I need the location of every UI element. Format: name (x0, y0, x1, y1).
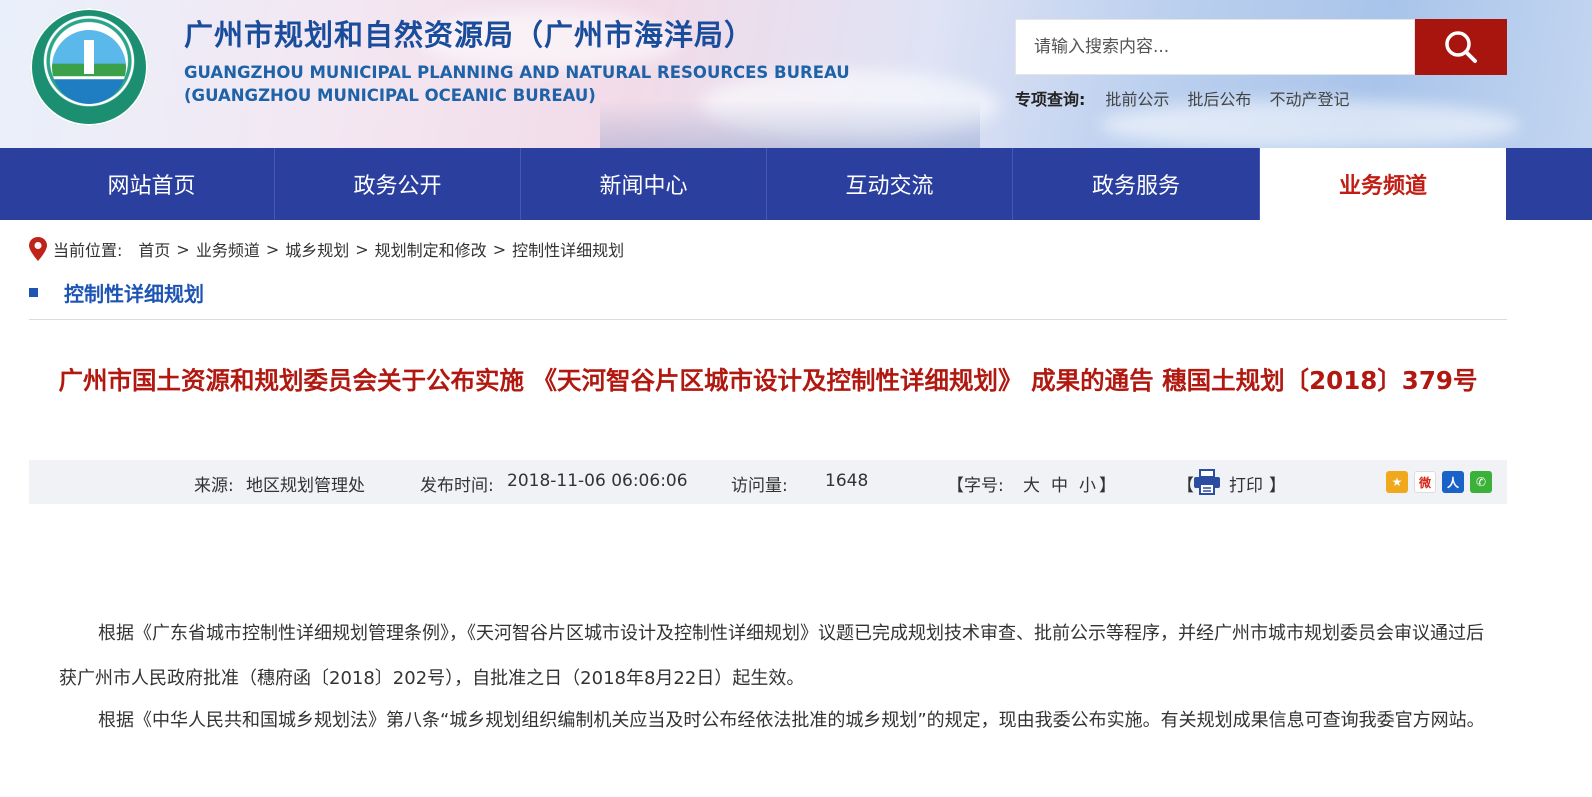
site-header: 广州市规划和自然资源局（广州市海洋局） GUANGZHOU MUNICIPAL … (0, 0, 1592, 148)
link-real-estate[interactable]: 不动产登记 (1269, 86, 1349, 110)
site-title-cn: 广州市规划和自然资源局（广州市海洋局） (184, 18, 755, 52)
font-size-medium[interactable]: 中 (1051, 471, 1068, 496)
skyline-decoration (600, 100, 980, 148)
special-query-label: 专项查询: (1015, 90, 1086, 109)
renren-share-icon[interactable]: 人 (1442, 471, 1464, 493)
logo-emblem (52, 30, 126, 104)
font-size-large[interactable]: 大 (1023, 471, 1040, 496)
search-icon (1445, 31, 1477, 63)
qzone-share-icon[interactable]: ★ (1386, 471, 1408, 493)
breadcrumb-regulatory-plan[interactable]: 控制性详细规划 (512, 237, 624, 261)
publish-time-label: 发布时间: (420, 476, 494, 496)
breadcrumb: 当前位置: 首页 > 业务频道 > 城乡规划 > 规划制定和修改 > 控制性详细… (29, 236, 624, 262)
section-heading: 控制性详细规划 (29, 278, 204, 307)
breadcrumb-separator: > (265, 239, 280, 259)
nav-item-services[interactable]: 政务服务 (1013, 148, 1260, 220)
breadcrumb-business[interactable]: 业务频道 (196, 237, 260, 261)
breadcrumb-separator: > (176, 239, 190, 259)
print-icon[interactable] (1193, 469, 1221, 500)
print-open: 【 (1177, 476, 1194, 496)
article-meta-bar: 来源: 地区规划管理处 发布时间: 2018-11-06 06:06:06 访问… (29, 460, 1507, 504)
nav-item-news[interactable]: 新闻中心 (521, 148, 767, 220)
site-subtitle-en: (GUANGZHOU MUNICIPAL OCEANIC BUREAU) (184, 86, 596, 105)
views-count: 1648 (825, 471, 869, 491)
bureau-logo[interactable] (30, 8, 148, 126)
section-title: 控制性详细规划 (64, 282, 204, 306)
print-link[interactable]: 打印 (1229, 471, 1263, 496)
font-size-small[interactable]: 小 (1079, 471, 1096, 496)
link-post-approval[interactable]: 批后公布 (1187, 86, 1251, 110)
article-paragraph: 根据《广东省城市控制性详细规划管理条例》，《天河智谷片区城市设计及控制性详细规划… (59, 623, 1484, 689)
breadcrumb-separator: > (355, 239, 369, 259)
breadcrumb-label: 当前位置: (53, 241, 123, 260)
search-input[interactable] (1016, 20, 1414, 74)
wechat-share-icon[interactable]: ✆ (1470, 471, 1492, 493)
section-bullet (29, 288, 38, 297)
special-query: 专项查询: 批前公示 批后公布 不动产登记 (1015, 86, 1367, 110)
article-title: 广州市国土资源和规划委员会关于公布实施 《天河智谷片区城市设计及控制性详细规划》… (58, 366, 1478, 395)
source-value: 地区规划管理处 (246, 476, 365, 496)
nav-item-home[interactable]: 网站首页 (29, 148, 275, 220)
font-size-open: 【字号: (947, 476, 1004, 496)
search-box (1015, 19, 1415, 75)
section-divider (29, 319, 1507, 320)
breadcrumb-urban-planning[interactable]: 城乡规划 (285, 237, 349, 261)
publish-time-value: 2018-11-06 06:06:06 (507, 471, 688, 491)
print-icon-graphic (1194, 469, 1220, 495)
views-label: 访问量: (731, 476, 788, 496)
breadcrumb-separator: > (492, 239, 507, 259)
logo-tower (84, 40, 94, 74)
print-close: 】 (1269, 476, 1286, 496)
main-nav: 网站首页 政务公开 新闻中心 互动交流 政务服务 业务频道 (0, 148, 1592, 220)
search-button[interactable] (1415, 19, 1507, 75)
breadcrumb-plan-making[interactable]: 规划制定和修改 (375, 237, 487, 261)
font-size-close: 】 (1099, 476, 1116, 496)
nav-item-business[interactable]: 业务频道 (1260, 148, 1506, 220)
site-title-en: GUANGZHOU MUNICIPAL PLANNING AND NATURAL… (184, 63, 850, 82)
nav-item-gov-affairs[interactable]: 政务公开 (275, 148, 521, 220)
article-paragraph: 根据《中华人民共和国城乡规划法》第八条“城乡规划组织编制机关应当及时公布经依法批… (98, 710, 1485, 731)
weibo-share-icon[interactable]: 微 (1414, 471, 1436, 493)
location-pin-icon (29, 237, 47, 261)
link-pre-approval[interactable]: 批前公示 (1105, 86, 1169, 110)
nav-item-interaction[interactable]: 互动交流 (767, 148, 1013, 220)
source-label: 来源: (194, 476, 234, 496)
breadcrumb-home[interactable]: 首页 (138, 237, 170, 261)
